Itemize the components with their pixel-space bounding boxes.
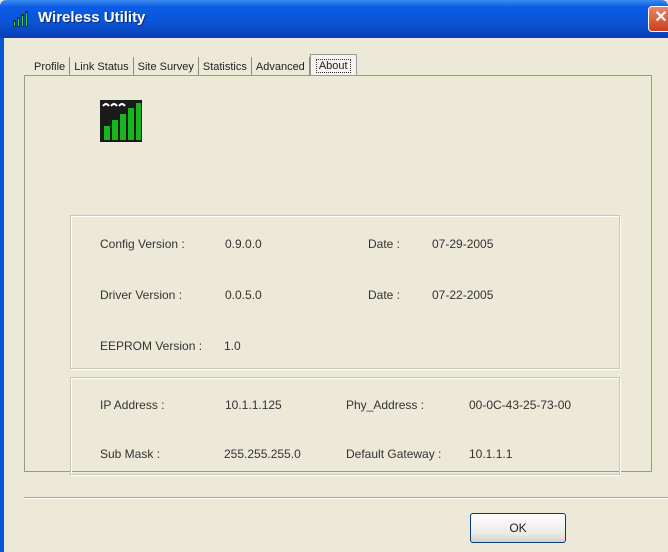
tab-site-survey[interactable]: Site Survey (134, 57, 199, 76)
title-bar[interactable]: Wireless Utility ✕ (0, 0, 668, 38)
tab-profile[interactable]: Profile (30, 57, 71, 76)
default-gateway-value: 10.1.1.1 (469, 447, 513, 461)
driver-date-label: Date : (368, 288, 401, 302)
subnet-mask-label: Sub Mask : (100, 447, 161, 461)
driver-version-value: 0.0.5.0 (225, 288, 262, 302)
tab-statistics[interactable]: Statistics (199, 57, 252, 76)
config-version-value: 0.9.0.0 (225, 237, 262, 251)
config-date-label: Date : (368, 237, 401, 251)
subnet-mask-value: 255.255.255.0 (224, 447, 301, 461)
eeprom-version-label: EEPROM Version : (100, 339, 203, 353)
tab-about[interactable]: About (309, 54, 357, 76)
phy-address-label: Phy_Address : (346, 398, 425, 412)
default-gateway-label: Default Gateway : (346, 447, 442, 461)
tab-advanced[interactable]: Advanced (252, 57, 310, 76)
tab-link-status[interactable]: Link Status (70, 57, 134, 76)
tab-about-label: About (315, 59, 351, 73)
phy-address-value: 00-0C-43-25-73-00 (469, 398, 572, 412)
ip-address-value: 10.1.1.125 (225, 398, 282, 412)
ok-button[interactable]: OK (470, 513, 566, 543)
close-button[interactable]: ✕ (648, 6, 668, 32)
window-frame-left (0, 38, 4, 552)
config-date-value: 07-29-2005 (432, 237, 494, 251)
tab-strip: Profile Link Status Site Survey Statisti… (30, 50, 357, 76)
footer-divider (24, 497, 668, 499)
config-version-label: Config Version : (100, 237, 185, 251)
ip-address-label: IP Address : (100, 398, 165, 412)
wireless-utility-window: Wireless Utility ✕ Profile Link Status S… (0, 0, 668, 552)
signal-strength-icon (100, 100, 142, 142)
signal-app-icon (13, 11, 28, 27)
eeprom-version-value: 1.0 (224, 339, 241, 353)
window-title: Wireless Utility (38, 9, 146, 26)
driver-date-value: 07-22-2005 (432, 288, 494, 302)
driver-version-label: Driver Version : (100, 288, 183, 302)
